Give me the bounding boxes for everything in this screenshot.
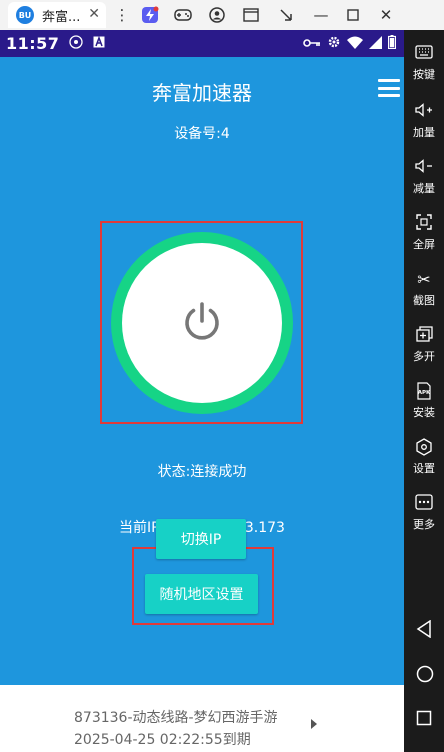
- recents-square-icon[interactable]: [416, 710, 432, 730]
- game-controller-status-icon: [69, 35, 84, 52]
- signal-icon: [369, 35, 382, 53]
- minimize-icon[interactable]: —: [311, 5, 331, 25]
- line-info-panel[interactable]: 873136-动态线路-梦幻西游手游 2025-04-25 02:22:55到期: [0, 685, 404, 752]
- side-item-fullscreen[interactable]: 全屏: [404, 214, 444, 252]
- side-item-keymap[interactable]: 按键: [404, 44, 444, 82]
- switch-ip-button[interactable]: 切换IP: [156, 519, 246, 559]
- side-item-volume-up[interactable]: 加量: [404, 102, 444, 140]
- expire-time: 2025-04-25 02:22:55到期: [74, 732, 251, 748]
- settings-status-icon: [327, 35, 341, 53]
- emulator-titlebar: BU 奔富... ✕ ⋮ — ✕: [0, 0, 444, 30]
- fullscreen-icon: [416, 214, 432, 234]
- app-tab[interactable]: BU 奔富... ✕: [8, 2, 106, 28]
- status-time: 11:57: [6, 34, 60, 53]
- account-icon[interactable]: [207, 5, 227, 25]
- side-item-screenshot[interactable]: ✂ 截图: [404, 270, 444, 308]
- device-number: 设备号:4: [174, 126, 230, 142]
- wifi-icon: [347, 36, 363, 53]
- app-title: 奔富加速器: [152, 81, 252, 105]
- app-logo-icon: BU: [16, 6, 34, 24]
- scissors-icon: ✂: [417, 270, 431, 289]
- vpn-key-icon: [303, 37, 321, 52]
- svg-text:APK: APK: [418, 390, 431, 396]
- home-circle-icon[interactable]: [416, 665, 434, 687]
- settings-icon: [415, 438, 433, 458]
- keyboard-icon: [415, 44, 433, 64]
- minimize-to-tray-icon[interactable]: [241, 5, 261, 25]
- chevron-right-icon[interactable]: [311, 719, 317, 729]
- volume-down-icon: [415, 158, 433, 178]
- android-status-bar: 11:57: [0, 30, 404, 57]
- kebab-menu-icon[interactable]: ⋮: [112, 5, 132, 25]
- side-item-volume-down[interactable]: 减量: [404, 158, 444, 196]
- close-window-icon[interactable]: ✕: [376, 5, 396, 25]
- maximize-icon[interactable]: [343, 5, 363, 25]
- battery-icon: [387, 35, 397, 53]
- hamburger-menu-icon[interactable]: [378, 79, 400, 97]
- back-triangle-icon[interactable]: [416, 619, 432, 642]
- side-item-multi-instance[interactable]: 多开: [404, 326, 444, 364]
- volume-up-icon: [415, 102, 433, 122]
- tab-title: 奔富...: [42, 9, 81, 25]
- line-name: 873136-动态线路-梦幻西游手游: [74, 710, 278, 726]
- lightning-app-icon[interactable]: [140, 5, 160, 25]
- side-item-more[interactable]: 更多: [404, 494, 444, 532]
- side-item-install-apk[interactable]: APK 安装: [404, 382, 444, 420]
- apk-icon: APK: [415, 382, 433, 402]
- shrink-window-icon[interactable]: [276, 5, 296, 25]
- random-region-button[interactable]: 随机地区设置: [145, 574, 258, 614]
- power-icon: [180, 299, 224, 347]
- tab-close-icon[interactable]: ✕: [88, 6, 100, 22]
- side-item-settings[interactable]: 设置: [404, 438, 444, 476]
- more-icon: [415, 494, 433, 514]
- a-status-icon: [93, 35, 105, 51]
- connection-status: 状态:连接成功: [157, 464, 247, 480]
- emulator-side-panel: 按键 加量 减量 全屏 ✂ 截图 多开 APK 安装 设置 更多: [404, 30, 444, 752]
- power-button[interactable]: [122, 243, 282, 403]
- gamepad-icon[interactable]: [173, 5, 193, 25]
- status-right-icons: [303, 35, 397, 53]
- multi-window-icon: [415, 326, 433, 346]
